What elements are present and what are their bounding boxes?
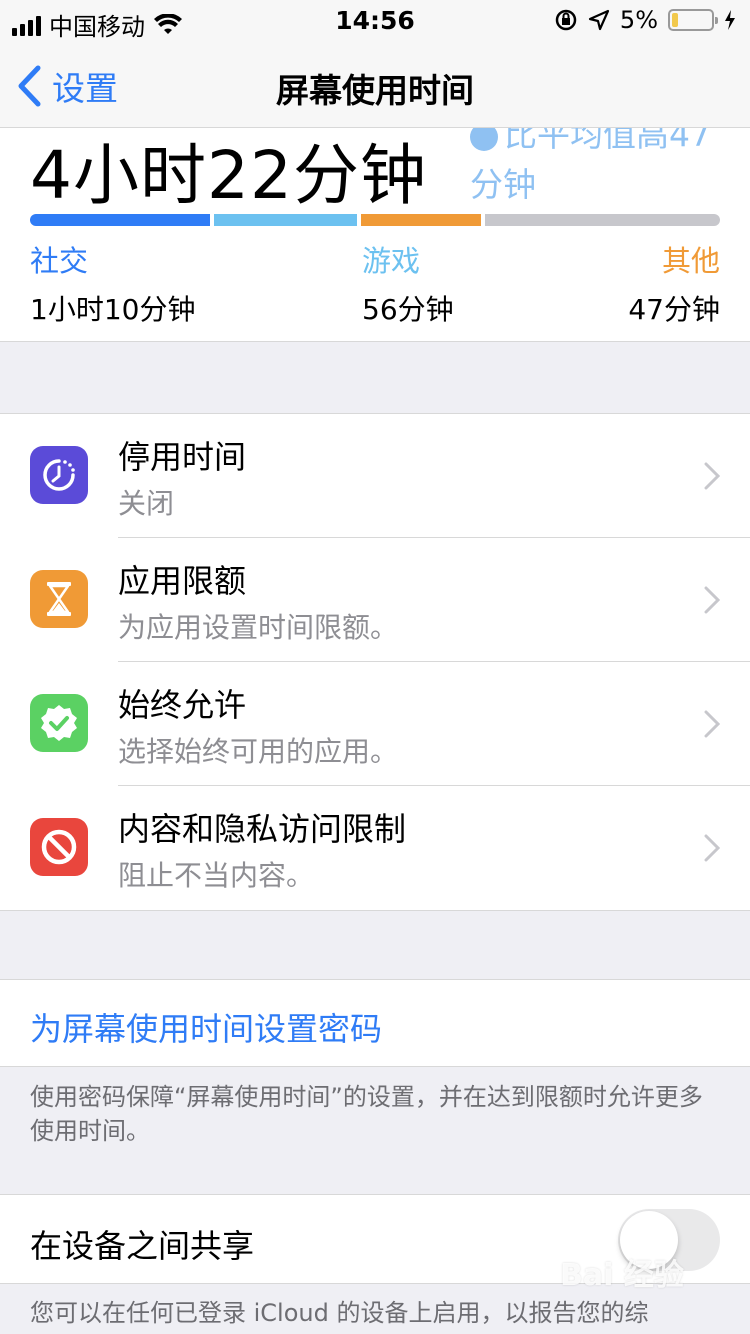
navigation-bar: 设置 屏幕使用时间: [0, 40, 750, 128]
share-label: 在设备之间共享: [30, 1227, 255, 1265]
share-across-devices-row: 在设备之间共享: [0, 1194, 750, 1284]
usage-summary[interactable]: 4小时22分钟 比平均值高47 分钟 社交 1小时10分钟 游戏 56分钟 其他…: [0, 128, 750, 342]
category-name: 游戏: [362, 244, 421, 278]
orientation-lock-icon: [555, 9, 577, 31]
chevron-right-icon: [704, 834, 720, 862]
average-comparison: 比平均值高47 分钟: [470, 128, 730, 210]
row-subtitle: 选择始终可用的应用。: [118, 735, 399, 768]
row-title: 内容和隐私访问限制: [118, 810, 407, 848]
set-passcode-label: 为屏幕使用时间设置密码: [30, 1010, 383, 1048]
row-title: 始终允许: [118, 686, 247, 724]
usage-bar-segment: [361, 214, 481, 226]
status-bar-right: 5%: [554, 6, 736, 34]
comparison-text-line2: 分钟: [470, 165, 536, 204]
share-toggle[interactable]: [618, 1209, 720, 1271]
category-time: 47分钟: [628, 293, 720, 326]
row-title: 应用限额: [118, 562, 247, 600]
status-bar: 中国移动 14:56 5%: [0, 0, 750, 41]
row-subtitle: 关闭: [118, 487, 175, 520]
battery-icon: [668, 9, 718, 31]
checkmark-seal-icon: [30, 694, 88, 752]
total-time: 4小时22分钟: [30, 137, 427, 214]
chevron-right-icon: [704, 586, 720, 614]
location-icon: [588, 9, 610, 31]
hourglass-icon: [30, 570, 88, 628]
category-games: 游戏 56分钟: [362, 238, 454, 328]
info-icon: [470, 128, 498, 151]
settings-group: 停用时间 关闭 应用限额 为应用设置时间限额。 始终允许 选择始终可用的应用。: [0, 413, 750, 911]
page-title: 屏幕使用时间: [276, 71, 474, 110]
battery-percent: 5%: [619, 6, 658, 34]
set-passcode-button[interactable]: 为屏幕使用时间设置密码: [0, 979, 750, 1067]
category-time: 1小时10分钟: [30, 293, 196, 326]
usage-bar-segment: [214, 214, 357, 226]
category-other: 其他 47分钟: [628, 238, 720, 328]
category-name: 其他: [661, 244, 720, 278]
chevron-right-icon: [704, 710, 720, 738]
category-social: 社交 1小时10分钟: [30, 238, 195, 328]
charging-icon: [725, 10, 735, 30]
row-subtitle: 为应用设置时间限额。: [118, 611, 399, 644]
category-time: 56分钟: [362, 293, 454, 326]
downtime-row[interactable]: 停用时间 关闭: [0, 414, 750, 538]
toggle-knob: [620, 1211, 678, 1269]
content-privacy-row[interactable]: 内容和隐私访问限制 阻止不当内容。: [0, 786, 750, 910]
chevron-right-icon: [704, 462, 720, 490]
comparison-text: 比平均值高47: [504, 128, 711, 154]
usage-bar: [30, 214, 720, 226]
category-name: 社交: [30, 244, 89, 278]
row-subtitle: 阻止不当内容。: [118, 859, 315, 892]
usage-bar-segment: [30, 214, 210, 226]
downtime-icon: [30, 446, 88, 504]
app-limits-row[interactable]: 应用限额 为应用设置时间限额。: [0, 538, 750, 662]
restriction-icon: [30, 818, 88, 876]
battery-fill: [672, 13, 678, 27]
share-note: 您可以在任何已登录 iCloud 的设备上启用，以报告您的综: [30, 1299, 649, 1327]
row-title: 停用时间: [118, 438, 247, 476]
always-allowed-row[interactable]: 始终允许 选择始终可用的应用。: [0, 662, 750, 786]
passcode-note: 使用密码保障“屏幕使用时间”的设置，并在达到限额时允许更多使用时间。: [30, 1083, 703, 1145]
usage-bar-segment: [485, 214, 720, 226]
